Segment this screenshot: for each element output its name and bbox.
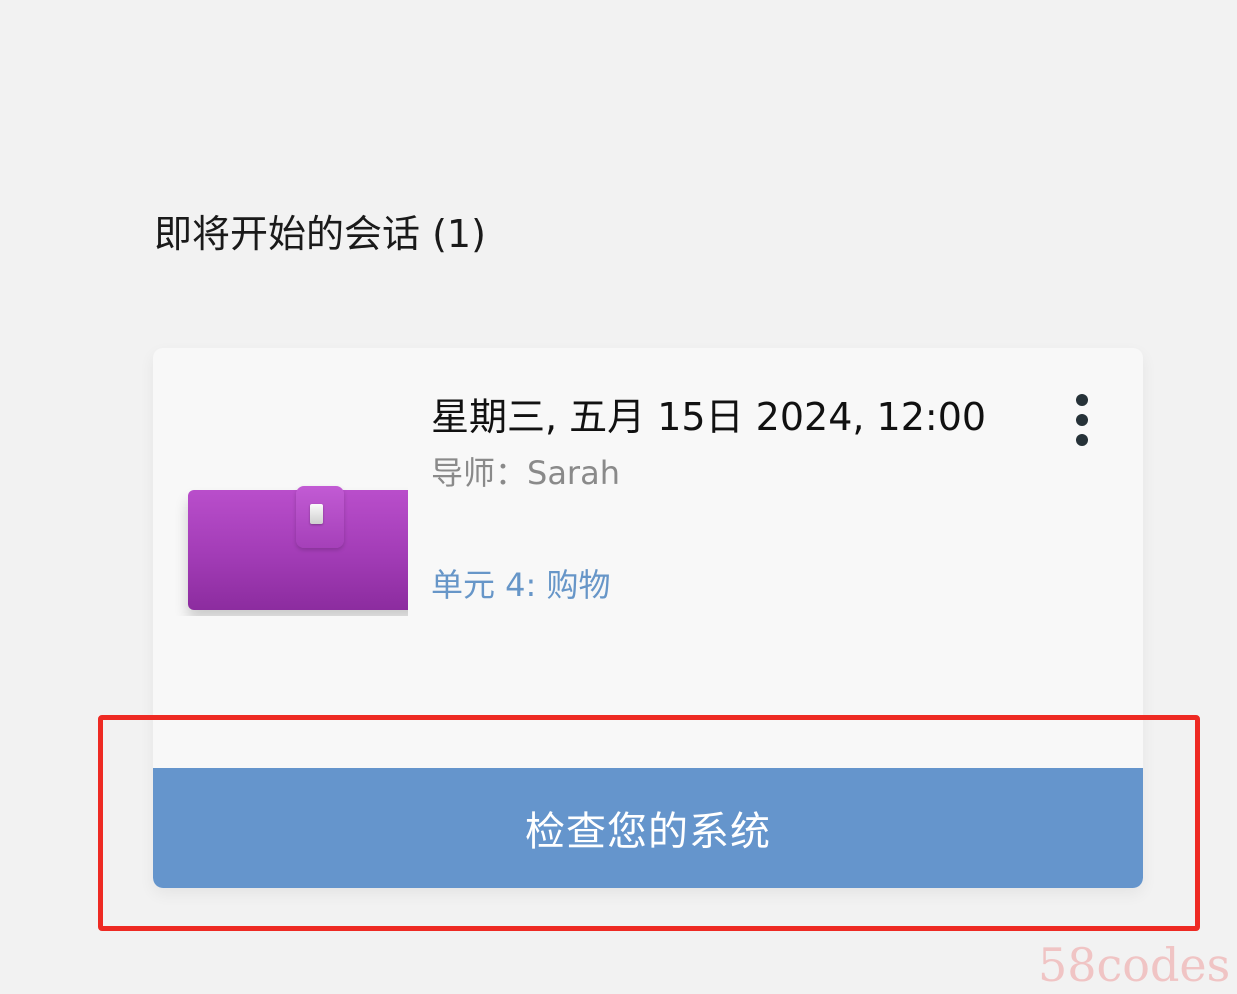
menu-dot	[1076, 394, 1088, 406]
wallet-clasp	[310, 504, 323, 524]
menu-dot	[1076, 434, 1088, 446]
session-datetime: 星期三, 五月 15日 2024, 12:00	[431, 395, 987, 439]
watermark-text: 58codes	[1038, 938, 1231, 992]
session-tutor: 导师：Sarah	[431, 454, 620, 492]
highlight-annotation-box	[98, 715, 1200, 931]
session-unit-link[interactable]: 单元 4: 购物	[431, 560, 611, 606]
menu-dot	[1076, 414, 1088, 426]
upcoming-sessions-title: 即将开始的会话 (1)	[154, 212, 486, 256]
more-vertical-icon[interactable]	[1067, 392, 1099, 448]
session-thumbnail	[153, 466, 408, 616]
